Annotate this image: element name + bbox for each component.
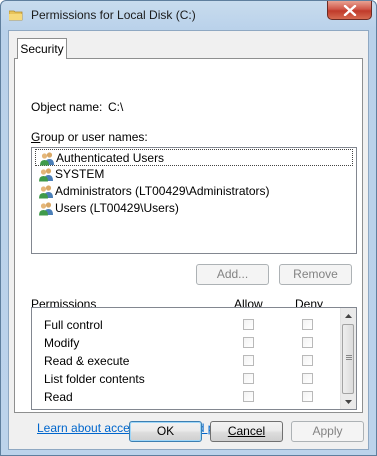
window-title: Permissions for Local Disk (C:)	[31, 8, 196, 22]
allow-checkbox[interactable]	[243, 319, 254, 330]
allow-checkbox[interactable]	[243, 337, 254, 348]
permission-name: Read & execute	[44, 354, 130, 368]
object-name-value: C:\	[108, 100, 124, 114]
scrollbar-thumb[interactable]	[342, 324, 354, 394]
thumb-grip-line	[346, 355, 352, 356]
scroll-up-arrow-icon[interactable]	[341, 309, 356, 324]
user-name: Users (LT00429\Users)	[55, 201, 179, 215]
allow-checkbox[interactable]	[243, 373, 254, 384]
permission-name: Read	[44, 390, 73, 404]
allow-checkbox[interactable]	[243, 391, 254, 402]
permissions-list[interactable]: Full control Modify Read & execute List …	[31, 307, 357, 410]
users-group-icon	[39, 168, 53, 182]
add-button[interactable]: Add...	[196, 264, 269, 285]
object-name-label: Object name:	[31, 100, 103, 114]
users-group-icon	[39, 202, 53, 216]
group-names-label: Group or user names:	[31, 130, 148, 144]
permissions-dialog: Permissions for Local Disk (C:) Security…	[0, 0, 377, 456]
permission-row-read: Read	[32, 388, 342, 406]
permission-name: List folder contents	[44, 372, 145, 386]
deny-checkbox[interactable]	[302, 391, 313, 402]
permission-row-modify: Modify	[32, 334, 342, 352]
thumb-grip-line	[346, 359, 352, 360]
title-bar[interactable]: Permissions for Local Disk (C:)	[1, 1, 376, 31]
close-button[interactable]	[327, 1, 372, 20]
user-name: Authenticated Users	[56, 151, 165, 165]
allow-checkbox[interactable]	[243, 409, 254, 410]
deny-checkbox[interactable]	[302, 409, 313, 410]
permission-name: Modify	[44, 336, 80, 350]
deny-checkbox[interactable]	[302, 355, 313, 366]
permissions-scrollbar[interactable]	[340, 308, 356, 409]
group-names-label-accesskey: G	[31, 130, 41, 144]
thumb-grip-line	[346, 357, 352, 358]
allow-checkbox[interactable]	[243, 355, 254, 366]
scroll-down-arrow-icon[interactable]	[341, 394, 356, 409]
group-user-list[interactable]: Authenticated Users SYSTEM Administrator…	[31, 147, 357, 254]
close-icon	[343, 5, 357, 16]
security-tab-panel: Object name: C:\ Group or user names: Au…	[14, 58, 363, 435]
dialog-client-area: Security Object name: C:\ Group or user …	[8, 30, 369, 450]
permission-row-list-folder-contents: List folder contents	[32, 370, 342, 388]
permission-row-partial	[32, 406, 342, 410]
users-group-icon	[39, 185, 53, 199]
list-item-administrators[interactable]: Administrators (LT00429\Administrators)	[35, 183, 353, 200]
permission-name: Full control	[44, 318, 103, 332]
folder-icon	[9, 10, 23, 21]
ok-button[interactable]: OK	[129, 421, 202, 442]
remove-button[interactable]: Remove	[279, 264, 352, 285]
deny-checkbox[interactable]	[302, 319, 313, 330]
list-item-users[interactable]: Users (LT00429\Users)	[35, 200, 353, 217]
permission-row-full-control: Full control	[32, 316, 342, 334]
cancel-button-label: Cancel	[227, 424, 266, 438]
deny-checkbox[interactable]	[302, 373, 313, 384]
list-item-authenticated-users[interactable]: Authenticated Users	[35, 149, 353, 166]
list-item-system[interactable]: SYSTEM	[35, 166, 353, 183]
user-name: SYSTEM	[55, 167, 105, 181]
tab-security[interactable]: Security	[17, 38, 67, 59]
apply-button[interactable]: Apply	[291, 421, 364, 442]
deny-checkbox[interactable]	[302, 337, 313, 348]
permission-row-read-execute: Read & execute	[32, 352, 342, 370]
cancel-button[interactable]: Cancel	[210, 421, 283, 442]
user-name: Administrators (LT00429\Administrators)	[55, 184, 270, 198]
users-group-icon	[40, 152, 54, 166]
group-names-label-rest: roup or user names:	[40, 130, 148, 144]
